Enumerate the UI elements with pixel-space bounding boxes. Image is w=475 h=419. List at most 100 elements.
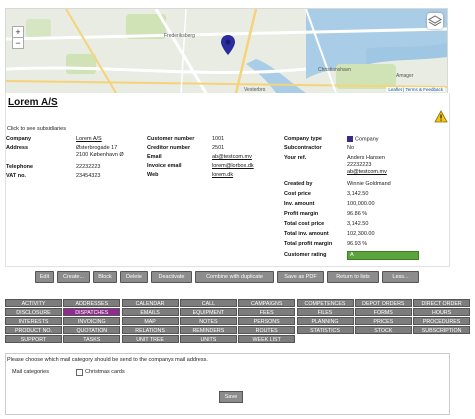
map[interactable]: Frederiksberg Vesterbro Christianshavn A… xyxy=(5,8,448,94)
inv-amount-label: Inv. amount xyxy=(284,201,315,207)
less-button[interactable]: Less... xyxy=(382,271,419,283)
tab-routes[interactable]: ROUTES xyxy=(238,326,296,334)
tab-product-no[interactable]: PRODUCT NO. xyxy=(5,326,62,334)
profit-margin-label: Profit margin xyxy=(284,211,319,217)
customer-rating-bar: A xyxy=(347,251,419,260)
vat-label: VAT no. xyxy=(6,173,26,179)
tab-call[interactable]: CALL xyxy=(179,299,237,307)
your-ref-label: Your ref. xyxy=(284,155,307,161)
tab-planning[interactable]: PLANNING xyxy=(296,317,354,325)
your-ref-phone: 22232223 xyxy=(347,162,372,168)
create-button[interactable]: Create... xyxy=(57,271,90,283)
tab-activity[interactable]: ACTIVITY xyxy=(5,299,62,307)
layers-icon[interactable] xyxy=(427,13,443,29)
email-link[interactable]: ab@testcom.mv xyxy=(212,154,252,161)
tab-units[interactable]: UNITS xyxy=(179,335,237,343)
tab-relations[interactable]: RELATIONS xyxy=(121,326,179,334)
total-cost-label: Total cost price xyxy=(284,221,325,227)
location-pin-icon[interactable] xyxy=(220,34,236,56)
tab-forms[interactable]: FORMS xyxy=(354,308,412,316)
total-profit-label: Total profit margin xyxy=(284,241,333,247)
tab-calendar[interactable]: CALENDAR xyxy=(121,299,179,307)
tab-campaigns[interactable]: CAMPAIGNS xyxy=(238,299,296,307)
tab-fees[interactable]: FEES xyxy=(238,308,296,316)
combine-duplicate-button[interactable]: Combine with duplicate xyxy=(195,271,274,283)
address-line-2: 2100 København Ø xyxy=(76,152,124,158)
inv-amount-value: 100,000.00 xyxy=(347,201,375,207)
subcontractor-label: Subcontractor xyxy=(284,145,322,151)
tab-competences[interactable]: COMPETENCES xyxy=(296,299,354,307)
tab-hours[interactable]: HOURS xyxy=(413,308,471,316)
delete-button[interactable]: Delete xyxy=(120,271,148,283)
company-label: Company xyxy=(6,136,32,142)
tab-equipment[interactable]: EQUIPMENT xyxy=(179,308,237,316)
map-label: Frederiksberg xyxy=(164,33,195,39)
tab-invoicing[interactable]: INVOICING xyxy=(63,317,121,325)
leaflet-link[interactable]: Leaflet xyxy=(388,87,402,92)
invoice-email-link[interactable]: lorem@lorbox.dk xyxy=(212,163,254,170)
tab-map[interactable]: MAP xyxy=(121,317,179,325)
address-label: Address xyxy=(6,145,29,151)
tab-persons[interactable]: PERSONS xyxy=(238,317,296,325)
web-link[interactable]: lorem.dk xyxy=(212,172,233,179)
page-title: Lorem A/S xyxy=(8,97,58,108)
zoom-out-button[interactable]: − xyxy=(12,37,24,49)
tab-notes[interactable]: NOTES xyxy=(179,317,237,325)
tab-support[interactable]: SUPPORT xyxy=(5,335,62,343)
total-cost-value: 3,142.50 xyxy=(347,221,369,227)
address-line-1: Østerbrogade 17 xyxy=(76,145,118,151)
tab-emails[interactable]: EMAILS xyxy=(121,308,179,316)
vat-value: 23454323 xyxy=(76,173,101,179)
tab-week-list[interactable]: WEEK LIST xyxy=(238,335,296,343)
tab-disclosure[interactable]: DISCLOSURE xyxy=(5,308,62,316)
tab-unit-tree[interactable]: UNIT TREE xyxy=(121,335,179,343)
creditor-number-value: 2501 xyxy=(212,145,225,151)
map-label: Christianshavn xyxy=(318,67,352,73)
warning-icon xyxy=(434,110,448,123)
tab-reminders[interactable]: REMINDERS xyxy=(179,326,237,334)
tab-files[interactable]: FILES xyxy=(296,308,354,316)
total-profit-value: 96.93 % xyxy=(347,241,368,247)
company-type-value: Company xyxy=(347,136,379,143)
invoice-email-label: Invoice email xyxy=(147,163,182,169)
created-by-label: Created by xyxy=(284,181,313,187)
tab-prices[interactable]: PRICES xyxy=(354,317,412,325)
return-to-lists-button[interactable]: Return to lists xyxy=(327,271,379,283)
tab-addresses[interactable]: ADDRESSES xyxy=(63,299,121,307)
company-link[interactable]: Lorem A/S xyxy=(76,136,102,143)
block-button[interactable]: Block xyxy=(93,271,117,283)
email-label: Email xyxy=(147,154,162,160)
subsidiaries-link[interactable]: Click to see subsidiaries xyxy=(7,126,66,132)
cost-price-label: Cost price xyxy=(284,191,311,197)
cost-price-value: 3,142.50 xyxy=(347,191,369,197)
created-by-value: Winnie Goldmand xyxy=(347,181,391,187)
tab-subscription[interactable]: SUBSCRIPTION xyxy=(413,326,471,334)
total-inv-label: Total inv. amount xyxy=(284,231,329,237)
christmas-cards-label: Christmas cards xyxy=(85,369,125,375)
telephone-label: Telephone xyxy=(6,164,34,170)
company-type-icon xyxy=(347,136,353,142)
deactivate-button[interactable]: Deactivate xyxy=(151,271,192,283)
company-info-panel: Lorem A/S Click to see subsidiaries xyxy=(5,93,450,267)
customer-number-label: Customer number xyxy=(147,136,195,142)
tab-depot-orders[interactable]: DEPOT ORDERS xyxy=(354,299,412,307)
tab-quotation[interactable]: QUOTATION xyxy=(63,326,121,334)
tab-direct-order[interactable]: DIRECT ORDER xyxy=(413,299,471,307)
tab-statistics[interactable]: STATISTICS xyxy=(296,326,354,334)
company-type-label: Company type xyxy=(284,136,322,142)
tab-stock[interactable]: STOCK xyxy=(354,326,412,334)
profit-margin-value: 96.86 % xyxy=(347,211,368,217)
map-attribution-text: | Terms & Feedback xyxy=(401,87,443,92)
save-pdf-button[interactable]: Save as PDF xyxy=(277,271,324,283)
edit-button[interactable]: Edit xyxy=(35,271,54,283)
web-label: Web xyxy=(147,172,159,178)
christmas-cards-checkbox[interactable] xyxy=(76,369,83,376)
your-ref-email-link[interactable]: ab@testcom.mv xyxy=(347,169,387,176)
tab-procedures[interactable]: PROCEDURES xyxy=(413,317,471,325)
tab-dispatches[interactable]: DISPATCHES xyxy=(63,308,121,316)
tab-tasks[interactable]: TASKS xyxy=(63,335,121,343)
tab-interests[interactable]: INTERESTS xyxy=(5,317,62,325)
customer-number-value: 1001 xyxy=(212,136,225,142)
mail-categories-note: Please choose which mail category should… xyxy=(7,357,208,363)
save-button[interactable]: Save xyxy=(219,391,243,403)
